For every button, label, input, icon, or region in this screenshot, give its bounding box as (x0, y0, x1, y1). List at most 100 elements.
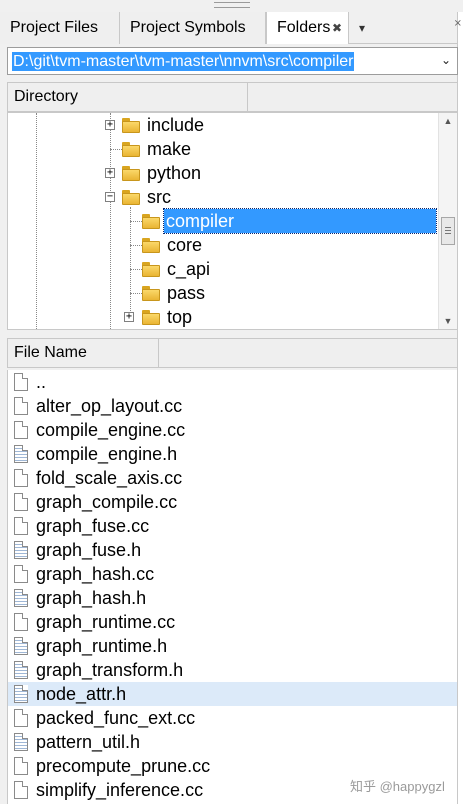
pin-icon[interactable]: ⨯ (454, 18, 462, 29)
folder-icon (142, 262, 160, 277)
tab-label: Project Files (10, 19, 99, 36)
scroll-up-icon[interactable]: ▲ (439, 113, 457, 129)
file-row[interactable]: precompute_prune.cc (8, 754, 457, 778)
tree-item-c-api[interactable]: c_api (8, 257, 436, 281)
file-name-column-header[interactable]: File Name (7, 338, 458, 368)
tab-list-dropdown-icon[interactable]: ▾ (352, 12, 372, 44)
file-row[interactable]: packed_func_ext.cc (8, 706, 457, 730)
folder-icon (142, 310, 160, 325)
chevron-down-icon[interactable]: ⌄ (441, 53, 451, 67)
directory-column-header[interactable]: Directory (7, 82, 458, 112)
file-name: compile_engine.cc (36, 420, 186, 440)
tree-item-label: core (167, 235, 203, 255)
file-row[interactable]: graph_runtime.h (8, 634, 457, 658)
tab-project-files[interactable]: Project Files (0, 12, 120, 44)
file-icon (14, 493, 28, 511)
file-row[interactable]: graph_fuse.h (8, 538, 457, 562)
file-row[interactable]: compile_engine.cc (8, 418, 457, 442)
file-row[interactable]: graph_transform.h (8, 658, 457, 682)
collapse-icon[interactable]: − (105, 192, 115, 202)
file-list[interactable]: .. alter_op_layout.cc compile_engine.cc … (7, 370, 458, 804)
file-row-parent[interactable]: .. (8, 370, 457, 394)
header-file-icon (14, 685, 28, 703)
file-icon (14, 421, 28, 439)
tree-item-src[interactable]: − src (8, 185, 436, 209)
file-row[interactable]: graph_compile.cc (8, 490, 457, 514)
file-row[interactable]: graph_hash.h (8, 586, 457, 610)
tree-item-label: c_api (167, 259, 211, 279)
file-row[interactable]: alter_op_layout.cc (8, 394, 457, 418)
file-name-header-label: File Name (14, 344, 87, 361)
expand-icon[interactable]: + (105, 168, 115, 178)
folder-icon (122, 142, 140, 157)
scroll-thumb[interactable] (441, 217, 455, 245)
file-icon (14, 469, 28, 487)
file-row[interactable]: pattern_util.h (8, 730, 457, 754)
file-icon (14, 757, 28, 775)
path-combobox[interactable]: D:\git\tvm-master\tvm-master\nnvm\src\co… (7, 47, 458, 75)
file-icon (14, 781, 28, 799)
tree-item-label: compiler (163, 208, 437, 234)
close-icon[interactable]: ✖ (332, 12, 342, 44)
tree-item-include[interactable]: + include (8, 113, 436, 137)
tab-folders[interactable]: Folders ✖ (266, 12, 349, 44)
tree-item-label: pass (167, 283, 206, 303)
file-name: simplify_inference.cc (36, 780, 204, 800)
tree-item-compiler[interactable]: compiler (8, 208, 437, 234)
directory-scrollbar[interactable]: ▲ ▼ (438, 113, 457, 329)
path-value[interactable]: D:\git\tvm-master\tvm-master\nnvm\src\co… (12, 52, 355, 71)
header-file-icon (14, 661, 28, 679)
folder-icon (142, 214, 160, 229)
tab-label: Folders (277, 19, 331, 36)
tree-item-python[interactable]: + python (8, 161, 436, 185)
folder-icon (122, 118, 140, 133)
tab-project-symbols[interactable]: Project Symbols (120, 12, 266, 44)
open-folder-icon (122, 190, 140, 205)
file-name: .. (36, 372, 47, 392)
tree-item-pass[interactable]: pass (8, 281, 436, 305)
file-name: node_attr.h (36, 684, 127, 704)
folder-icon (142, 286, 160, 301)
file-row-highlighted[interactable]: node_attr.h (8, 682, 457, 706)
file-name: graph_fuse.h (36, 540, 142, 560)
file-name: graph_fuse.cc (36, 516, 150, 536)
directory-tree[interactable]: + include make + python − src compiler c… (7, 112, 458, 330)
file-name: graph_hash.cc (36, 564, 155, 584)
expand-icon[interactable]: + (124, 312, 134, 322)
file-name: pattern_util.h (36, 732, 141, 752)
file-name: precompute_prune.cc (36, 756, 211, 776)
header-file-icon (14, 637, 28, 655)
column-divider[interactable] (247, 83, 248, 111)
tab-bar: Project Files Project Symbols Folders ✖ … (0, 12, 463, 44)
grip-lines (214, 2, 250, 8)
tree-item-top[interactable]: + top (8, 305, 436, 329)
scroll-down-icon[interactable]: ▼ (439, 313, 457, 329)
file-name: graph_transform.h (36, 660, 184, 680)
file-name: graph_hash.h (36, 588, 147, 608)
file-row[interactable]: graph_hash.cc (8, 562, 457, 586)
folder-icon (122, 166, 140, 181)
file-icon (14, 397, 28, 415)
file-row[interactable]: graph_runtime.cc (8, 610, 457, 634)
file-name: fold_scale_axis.cc (36, 468, 183, 488)
column-divider[interactable] (158, 339, 159, 367)
expand-icon[interactable]: + (105, 120, 115, 130)
directory-header-label: Directory (14, 88, 79, 105)
file-icon (14, 565, 28, 583)
file-row[interactable]: compile_engine.h (8, 442, 457, 466)
header-file-icon (14, 733, 28, 751)
file-name: packed_func_ext.cc (36, 708, 196, 728)
file-name: graph_runtime.h (36, 636, 168, 656)
file-row[interactable]: graph_fuse.cc (8, 514, 457, 538)
tree-item-label: include (147, 115, 205, 135)
file-name: alter_op_layout.cc (36, 396, 183, 416)
tree-item-label: make (147, 139, 192, 159)
file-name: graph_compile.cc (36, 492, 178, 512)
tree-item-label: src (147, 187, 171, 207)
file-row[interactable]: fold_scale_axis.cc (8, 466, 457, 490)
panel-grip[interactable] (0, 0, 463, 12)
tree-item-core[interactable]: core (8, 233, 436, 257)
tree-item-make[interactable]: make (8, 137, 436, 161)
header-file-icon (14, 541, 28, 559)
tree-item-label: top (167, 307, 193, 327)
